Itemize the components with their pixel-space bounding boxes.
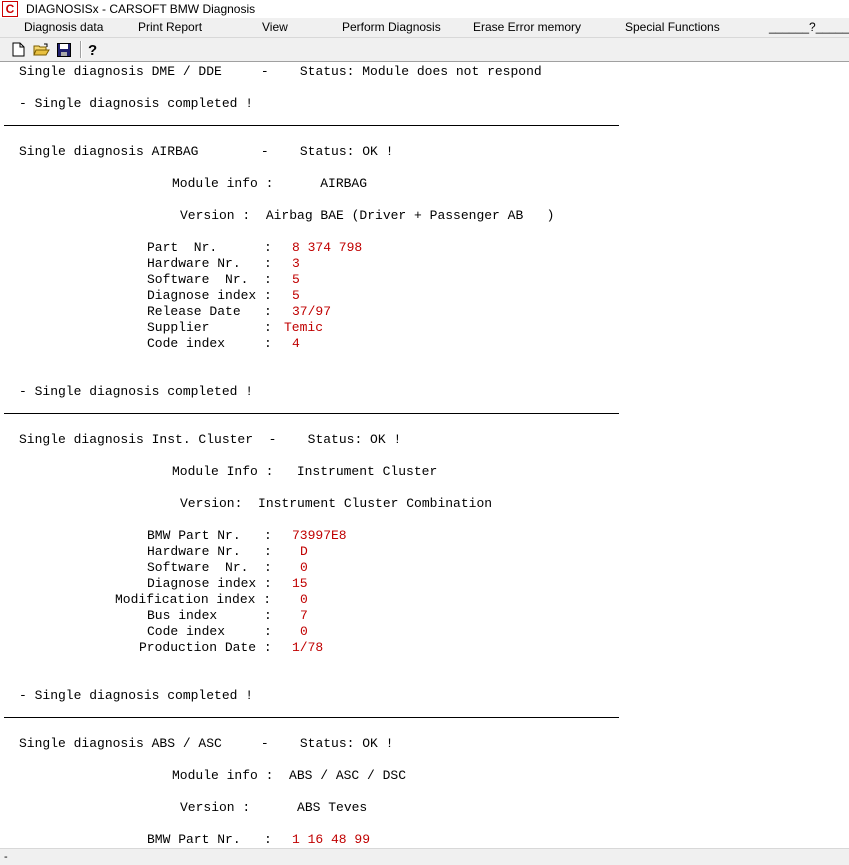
field-label: Release Date : <box>147 304 272 319</box>
field-value: 0 <box>300 624 308 639</box>
field-label: BMW Part Nr. : <box>147 528 272 543</box>
abs-version: Version : ABS Teves <box>180 800 368 815</box>
field-value: 15 <box>292 576 308 591</box>
cluster-version: Version: Instrument Cluster Combination <box>180 496 493 511</box>
field-label: BMW Part Nr. : <box>147 832 272 847</box>
field-label: Code index : <box>147 336 272 351</box>
cluster-header: Single diagnosis Inst. Cluster - Status:… <box>19 432 402 447</box>
menu-view[interactable]: View <box>262 18 288 37</box>
menu-diagnosis-data[interactable]: Diagnosis data <box>24 18 103 37</box>
field-value: 7 <box>300 608 308 623</box>
field-value: 4 <box>292 336 300 351</box>
field-value: Temic <box>284 320 324 335</box>
field-label: Software Nr. : <box>147 272 272 287</box>
field-label: Hardware Nr. : <box>147 544 272 559</box>
window-title: DIAGNOSISx - CARSOFT BMW Diagnosis <box>26 2 256 16</box>
airbag-header: Single diagnosis AIRBAG - Status: OK ! <box>19 144 394 159</box>
field-label: Diagnose index : <box>147 288 272 303</box>
status-bar: - <box>0 848 849 865</box>
field-value: 1 16 48 99 <box>292 832 371 847</box>
field-value: 5 <box>292 272 300 287</box>
field-value: 8 374 798 <box>292 240 363 255</box>
open-folder-icon[interactable] <box>31 40 51 59</box>
menu-bar: Diagnosis data Print Report View Perform… <box>0 18 849 37</box>
dme-header: Single diagnosis DME / DDE - Status: Mod… <box>19 64 542 79</box>
menu-erase-error-memory[interactable]: Erase Error memory <box>473 18 581 37</box>
new-file-icon[interactable] <box>8 40 28 59</box>
menu-perform-diagnosis[interactable]: Perform Diagnosis <box>342 18 441 37</box>
section-divider <box>4 717 619 718</box>
field-value: 1/78 <box>292 640 324 655</box>
field-value: 5 <box>292 288 300 303</box>
app-icon: C <box>2 1 18 17</box>
cluster-module-info: Module Info : Instrument Cluster <box>172 464 438 479</box>
dme-completed: - Single diagnosis completed ! <box>19 96 254 111</box>
field-value: 73997E8 <box>292 528 347 543</box>
status-text: - <box>4 851 8 863</box>
menu-help[interactable]: ______?______ <box>769 18 849 37</box>
toolbar-separator <box>80 41 82 58</box>
menu-special-functions[interactable]: Special Functions <box>625 18 720 37</box>
airbag-module-info: Module info : AIRBAG <box>172 176 368 191</box>
title-bar: C DIAGNOSISx - CARSOFT BMW Diagnosis <box>0 0 849 18</box>
svg-text:?: ? <box>88 42 97 58</box>
field-label: Code index : <box>147 624 272 639</box>
field-label: Software Nr. : <box>147 560 272 575</box>
report-view[interactable]: Single diagnosis DME / DDE - Status: Mod… <box>0 62 849 848</box>
field-label: Modification index : <box>115 592 272 607</box>
field-label: Production Date : <box>139 640 272 655</box>
airbag-version: Version : Airbag BAE (Driver + Passenger… <box>180 208 555 223</box>
abs-header: Single diagnosis ABS / ASC - Status: OK … <box>19 736 394 751</box>
field-value: 0 <box>300 592 308 607</box>
field-label: Bus index : <box>147 608 272 623</box>
field-label: Diagnose index : <box>147 576 272 591</box>
field-value: 0 <box>300 560 308 575</box>
field-label: Supplier : <box>147 320 272 335</box>
cluster-completed: - Single diagnosis completed ! <box>19 688 254 703</box>
field-label: Hardware Nr. : <box>147 256 272 271</box>
menu-print-report[interactable]: Print Report <box>138 18 202 37</box>
field-value: 3 <box>292 256 300 271</box>
help-icon[interactable]: ? <box>83 40 103 59</box>
abs-module-info: Module info : ABS / ASC / DSC <box>172 768 407 783</box>
toolbar: ? <box>0 37 849 62</box>
field-value: 37/97 <box>292 304 332 319</box>
field-label: Part Nr. : <box>147 240 272 255</box>
airbag-completed: - Single diagnosis completed ! <box>19 384 254 399</box>
save-disk-icon[interactable] <box>54 40 74 59</box>
section-divider <box>4 413 619 414</box>
field-value: D <box>300 544 308 559</box>
section-divider <box>4 125 619 126</box>
